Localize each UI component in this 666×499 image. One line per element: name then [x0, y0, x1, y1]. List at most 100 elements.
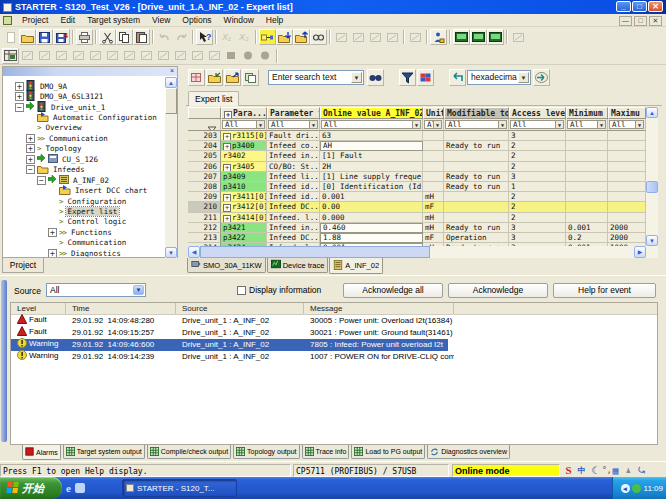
compare-icon[interactable] [417, 69, 434, 86]
tree-expander-icon[interactable]: + [26, 134, 35, 143]
document-tab-smo-30a-11kw[interactable]: SMO_30A_11KW [187, 258, 266, 273]
cell[interactable] [444, 213, 509, 223]
filter-cell[interactable]: All▼ [320, 119, 423, 131]
tree-item-label[interactable]: Insert DCC chart [73, 186, 149, 195]
parameter-row-203[interactable]: 203+r3115[0]Fault dri...633 [188, 131, 646, 141]
column-header-parameter-t[interactable]: Parameter t [267, 107, 320, 119]
filter-cell[interactable]: All▼ [509, 119, 566, 131]
column-header-rownum[interactable] [188, 107, 221, 119]
open-parameter-list-icon[interactable] [206, 69, 223, 86]
ime-sogou-icon[interactable]: S [563, 465, 574, 476]
mdi-close-button[interactable]: ✕ [649, 16, 662, 26]
parameter-row-209[interactable]: 209+r3411[0]Infeed id...0.001mH2 [188, 192, 646, 202]
cell[interactable]: mH [423, 223, 444, 233]
table-hscrollbar[interactable]: ◀ ▶ [188, 246, 658, 258]
cell[interactable]: +p3400 [221, 141, 267, 151]
cell[interactable]: 3 [509, 223, 566, 233]
close-button[interactable]: ✕ [648, 1, 663, 12]
cell[interactable]: Infeed id... [267, 192, 320, 202]
cell[interactable]: 0.000 [320, 213, 423, 223]
copy-parameter-list-icon[interactable] [242, 69, 259, 86]
export-parameter-list-icon[interactable] [224, 69, 241, 86]
tree-item-cu-s-126[interactable]: +CU_S_126 [3, 154, 166, 164]
filter-cell[interactable]: All▼ [566, 119, 608, 131]
alarm-row[interactable]: Warning29.01.92 14:09:14:239Drive_unit_1… [11, 351, 448, 363]
filter-cell[interactable]: All▼ [423, 119, 444, 131]
tree-item-topology[interactable]: +>Topology [3, 144, 166, 154]
cell[interactable] [423, 172, 444, 182]
help-select-icon[interactable]: ? [196, 29, 213, 45]
cell[interactable]: 1 [509, 182, 566, 192]
tree-scrollbar[interactable]: ▲ ▼ [165, 77, 177, 258]
cell[interactable] [566, 182, 608, 192]
save-project-icon[interactable] [36, 29, 53, 45]
tree-expander-icon[interactable]: − [26, 165, 35, 174]
parameter-row-207[interactable]: 207p3409Infeed li...[1] Line supply freq… [188, 172, 646, 182]
cell[interactable] [566, 202, 608, 212]
filter-combobox[interactable]: All▼ [321, 120, 421, 129]
alarm-row[interactable]: Fault29.01.92 14:09:48:280Drive_unit_1 :… [11, 315, 448, 327]
cell[interactable]: 212 [188, 223, 221, 233]
tree-item-label[interactable]: Overview [44, 123, 84, 132]
tree-scroll-thumb[interactable] [165, 88, 177, 114]
cell[interactable] [566, 172, 608, 182]
cell[interactable]: +r3405 [221, 162, 267, 172]
tree-panel-header[interactable]: × [3, 67, 177, 76]
filter-cell[interactable]: All▼ [221, 119, 267, 131]
cell[interactable]: mF [423, 233, 444, 243]
tree-item-drive-unit-1[interactable]: −Drive_unit_1 [3, 102, 166, 112]
output-tab-trace-info[interactable]: Trace info [302, 445, 350, 459]
cell[interactable]: 2 [509, 192, 566, 202]
cell[interactable]: Operation [444, 233, 509, 243]
cell[interactable]: 1.88 [320, 233, 423, 243]
cell[interactable]: 0.460 [320, 223, 423, 233]
tree-item-expert-list[interactable]: >Expert list [3, 206, 166, 216]
ime-punct-icon[interactable]: °, [602, 465, 608, 476]
search-combobox[interactable]: Enter search text▼ [268, 70, 364, 85]
cell[interactable]: 209 [188, 192, 221, 202]
tree-expander-icon[interactable]: − [15, 103, 24, 112]
cell[interactable]: p3421 [221, 223, 267, 233]
cell[interactable]: [0] Identification (Id... [320, 182, 423, 192]
tree-item-diagnostics[interactable]: +>>Diagnostics [3, 248, 166, 257]
ime-keyboard-icon[interactable]: ▦ [610, 465, 621, 476]
checkbox-box[interactable] [237, 286, 246, 295]
cell[interactable]: 0.001 [320, 192, 423, 202]
connect-target-system-icon[interactable] [259, 29, 276, 45]
output-tab-diagnostics-overview[interactable]: Diagnostics overview [427, 445, 510, 459]
table-vscroll-thumb[interactable] [646, 181, 658, 193]
filter-combobox[interactable]: All▼ [609, 120, 644, 129]
tray-safety-icon[interactable] [632, 484, 641, 493]
alarm-column-time[interactable]: Time [66, 303, 176, 314]
cell[interactable] [608, 192, 646, 202]
cell[interactable]: 3 [509, 233, 566, 243]
tree-item-label[interactable]: Communication [66, 238, 129, 247]
number-format-combobox[interactable]: hexadecimal▼ [467, 70, 531, 85]
cell[interactable]: Ready to run [444, 182, 509, 192]
cell[interactable]: CO/BO: St... [267, 162, 320, 172]
cell[interactable]: 213 [188, 233, 221, 243]
menu-project[interactable]: Project [16, 15, 54, 25]
acknowledge-button[interactable]: Acknowledge [448, 283, 548, 298]
tree-item-automatic-configuration[interactable]: Automatic Configuration [3, 112, 166, 122]
cell[interactable] [423, 182, 444, 192]
cell[interactable]: 211 [188, 213, 221, 223]
tree-item-label[interactable]: DMO_9A_6SL3121 [38, 92, 105, 101]
filter-icon[interactable] [399, 69, 416, 86]
tree-item-infeeds[interactable]: −Infeeds [3, 165, 166, 175]
tree-item-configuration[interactable]: >Configuration [3, 196, 166, 206]
cell[interactable]: 206 [188, 162, 221, 172]
cell[interactable]: 2000 [608, 223, 646, 233]
copy-ram-to-rom-icon[interactable] [310, 29, 327, 45]
cell[interactable]: 207 [188, 172, 221, 182]
parameter-row-205[interactable]: 205r3402Infeed in...[1] Fault2 [188, 151, 646, 161]
cell[interactable]: 203 [188, 131, 221, 141]
column-header-unit[interactable]: Unit [423, 107, 444, 119]
filter-icon-cell[interactable] [188, 119, 221, 131]
upload-from-target-icon[interactable] [293, 29, 310, 45]
search-dropdown-icon[interactable]: ▼ [351, 72, 362, 83]
tree-item-control-logic[interactable]: >Control logic [3, 217, 166, 227]
output-tab-compile-check-output[interactable]: Compile/check output [147, 445, 231, 459]
tree-item-label[interactable]: Functions [69, 228, 114, 237]
save-and-compile-icon[interactable]: 4 [53, 29, 70, 45]
